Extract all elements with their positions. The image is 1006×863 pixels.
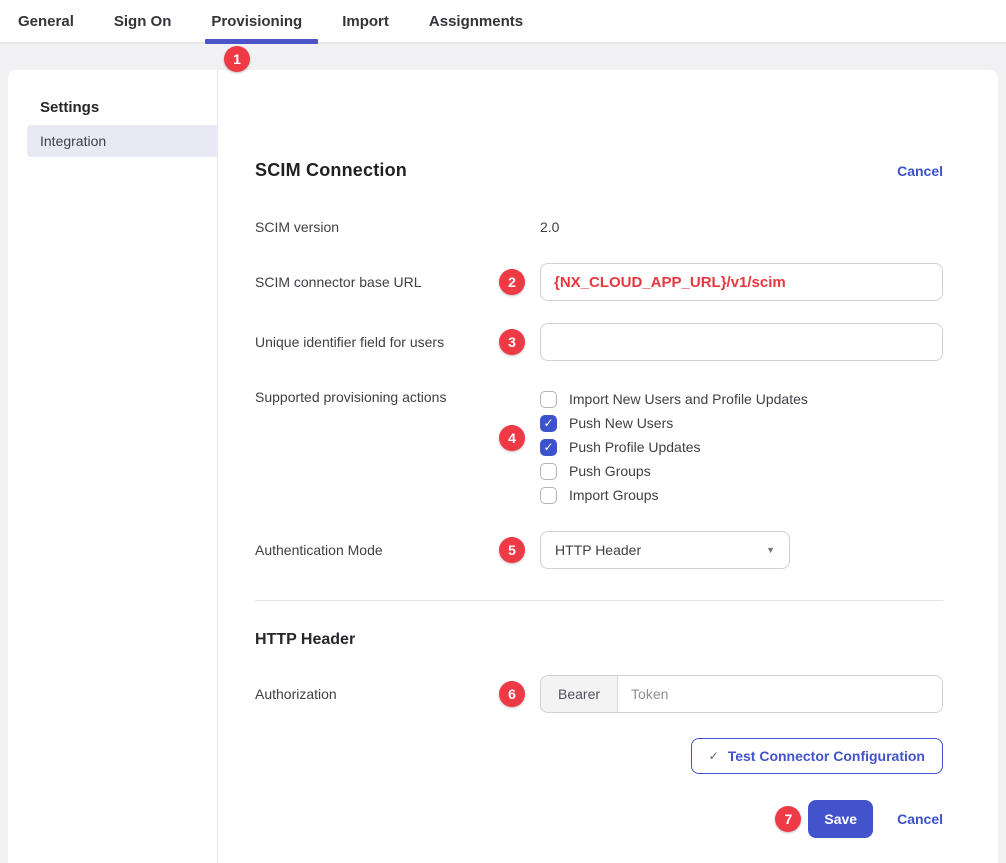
authorization-row: Authorization 6 Bearer bbox=[255, 675, 943, 713]
authentication-mode-select[interactable]: HTTP Header ▼ bbox=[540, 531, 790, 569]
page-title: SCIM Connection bbox=[255, 160, 407, 181]
sidebar-item-integration[interactable]: Integration bbox=[27, 125, 218, 157]
base-url-label: SCIM connector base URL bbox=[255, 272, 540, 292]
sidebar-heading: Settings bbox=[40, 100, 217, 116]
provisioning-actions-row: Supported provisioning actions 4 ✓ Impor… bbox=[255, 387, 943, 507]
chevron-down-icon: ▼ bbox=[766, 545, 775, 555]
base-url-input[interactable] bbox=[540, 263, 943, 301]
token-input[interactable] bbox=[618, 676, 942, 712]
authentication-mode-row: Authentication Mode 5 HTTP Header ▼ bbox=[255, 531, 943, 569]
checkbox-icon[interactable]: ✓ bbox=[540, 463, 557, 480]
checkbox-icon[interactable]: ✓ bbox=[540, 487, 557, 504]
checkbox-label: Push Profile Updates bbox=[569, 439, 701, 455]
scim-version-value: 2.0 bbox=[540, 219, 943, 235]
scim-version-label: SCIM version bbox=[255, 217, 540, 237]
checkbox-icon[interactable]: ✓ bbox=[540, 391, 557, 408]
step-badge-5: 5 bbox=[499, 537, 525, 563]
bearer-prefix: Bearer bbox=[541, 676, 618, 712]
cancel-link-bottom[interactable]: Cancel bbox=[897, 811, 943, 827]
scim-version-row: SCIM version 2.0 bbox=[255, 217, 943, 237]
check-icon: ✓ bbox=[543, 417, 553, 429]
tab-import[interactable]: Import bbox=[340, 0, 391, 42]
check-icon: ✓ bbox=[543, 441, 553, 453]
test-connector-configuration-button[interactable]: ✓ Test Connector Configuration bbox=[691, 738, 943, 774]
checkbox-label: Push New Users bbox=[569, 415, 673, 431]
step-badge-7: 7 bbox=[775, 806, 801, 832]
authentication-mode-value: HTTP Header bbox=[555, 542, 641, 558]
check-icon: ✓ bbox=[709, 749, 719, 763]
section-divider bbox=[255, 600, 943, 601]
step-badge-3: 3 bbox=[499, 329, 525, 355]
cancel-link-top[interactable]: Cancel bbox=[897, 163, 943, 179]
tab-provisioning[interactable]: Provisioning bbox=[209, 0, 304, 42]
checkbox-import-new-users[interactable]: ✓ Import New Users and Profile Updates bbox=[540, 387, 943, 411]
unique-identifier-label: Unique identifier field for users bbox=[255, 332, 540, 352]
unique-identifier-input[interactable] bbox=[540, 323, 943, 361]
settings-sidebar: Settings Integration bbox=[8, 70, 218, 863]
unique-identifier-row: Unique identifier field for users 3 bbox=[255, 323, 943, 361]
authorization-label: Authorization bbox=[255, 684, 540, 704]
http-header-section-title: HTTP Header bbox=[255, 631, 943, 649]
checkbox-label: Import New Users and Profile Updates bbox=[569, 391, 808, 407]
provisioning-panel: Settings Integration SCIM Connection Can… bbox=[8, 70, 998, 863]
authorization-input-group: Bearer bbox=[540, 675, 943, 713]
checkbox-label: Import Groups bbox=[569, 487, 658, 503]
checkbox-push-new-users[interactable]: ✓ Push New Users bbox=[540, 411, 943, 435]
base-url-row: SCIM connector base URL 2 bbox=[255, 263, 943, 301]
checkbox-push-groups[interactable]: ✓ Push Groups bbox=[540, 459, 943, 483]
step-badge-4: 4 bbox=[499, 425, 525, 451]
checkbox-icon[interactable]: ✓ bbox=[540, 415, 557, 432]
tab-sign-on[interactable]: Sign On bbox=[112, 0, 174, 42]
tab-assignments[interactable]: Assignments bbox=[427, 0, 525, 42]
step-badge-2: 2 bbox=[499, 269, 525, 295]
app-tab-bar: General Sign On Provisioning Import Assi… bbox=[0, 0, 1006, 44]
step-badge-1: 1 bbox=[224, 46, 250, 72]
checkbox-icon[interactable]: ✓ bbox=[540, 439, 557, 456]
scim-connection-form: SCIM Connection Cancel SCIM version 2.0 … bbox=[218, 70, 998, 863]
provisioning-actions-label: Supported provisioning actions bbox=[255, 387, 540, 407]
authentication-mode-label: Authentication Mode bbox=[255, 540, 540, 560]
checkbox-import-groups[interactable]: ✓ Import Groups bbox=[540, 483, 943, 507]
tab-general[interactable]: General bbox=[16, 0, 76, 42]
checkbox-label: Push Groups bbox=[569, 463, 651, 479]
checkbox-push-profile-updates[interactable]: ✓ Push Profile Updates bbox=[540, 435, 943, 459]
step-badge-6: 6 bbox=[499, 681, 525, 707]
test-connector-configuration-label: Test Connector Configuration bbox=[728, 748, 925, 764]
save-button[interactable]: Save bbox=[808, 800, 873, 838]
